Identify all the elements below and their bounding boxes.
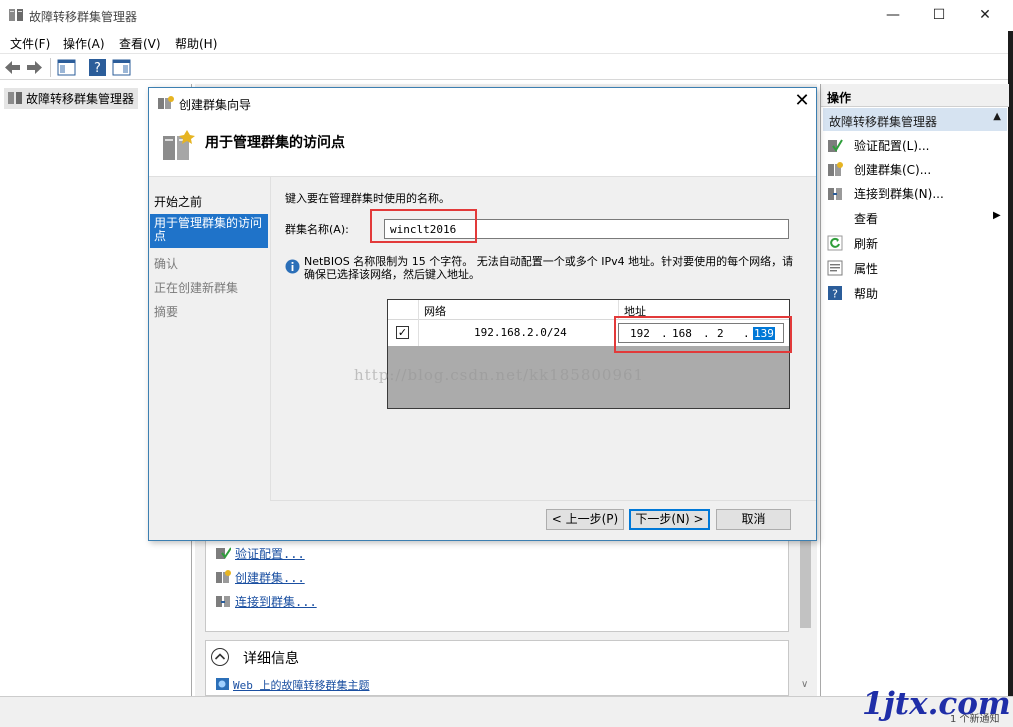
highlight-name-box xyxy=(370,209,477,243)
menu-bar: 文件(F) 操作(A) 查看(V) 帮助(H) xyxy=(0,31,1008,54)
name-prompt: 键入要在管理群集时使用的名称。 xyxy=(285,192,450,205)
action-view-label: 查看 xyxy=(854,212,879,226)
step-creating: 正在创建新群集 xyxy=(154,281,239,295)
wizard-heading: 用于管理群集的访问点 xyxy=(205,135,345,151)
show-tree-icon[interactable] xyxy=(57,58,76,77)
action-create-cluster-label: 创建群集(C)... xyxy=(854,163,932,177)
col-divider xyxy=(418,320,419,346)
cancel-button[interactable]: 取消 xyxy=(716,509,791,530)
action-refresh-label: 刷新 xyxy=(854,237,879,251)
show-action-pane-icon[interactable] xyxy=(112,58,131,77)
next-button[interactable]: 下一步(N) > xyxy=(629,509,710,530)
web-topics-link[interactable]: Web 上的故障转移群集主题 xyxy=(233,677,370,693)
window-title: 故障转移群集管理器 xyxy=(29,10,138,24)
link-connect-cluster-label[interactable]: 连接到群集... xyxy=(235,593,317,610)
refresh-icon xyxy=(827,235,843,251)
tree-item-cluster-manager[interactable]: 故障转移群集管理器 xyxy=(4,88,139,109)
validate-icon xyxy=(828,139,843,152)
network-checkbox[interactable]: ✓ xyxy=(396,326,409,339)
help-icon[interactable]: ? xyxy=(88,58,107,77)
action-properties-label: 属性 xyxy=(854,262,879,276)
svg-text:?: ? xyxy=(94,61,101,76)
svg-text:?: ? xyxy=(832,288,838,301)
wizard-title-icon xyxy=(158,96,174,109)
cluster-manager-icon xyxy=(8,92,22,104)
action-properties[interactable]: 属性 xyxy=(827,257,1005,279)
cluster-wizard-icon xyxy=(163,130,195,160)
actions-header: 操作 xyxy=(821,84,1009,107)
details-panel: 详细信息 Web 上的故障转移群集主题 xyxy=(205,640,789,696)
title-bar: 故障转移群集管理器 — ☐ ✕ xyxy=(0,0,1013,31)
link-create-cluster-label[interactable]: 创建群集... xyxy=(235,569,305,586)
action-help[interactable]: ? 帮助 xyxy=(827,282,1005,304)
create-cluster-icon xyxy=(828,162,843,176)
tree-item-label: 故障转移群集管理器 xyxy=(26,92,135,106)
forward-arrow-icon[interactable] xyxy=(25,58,44,77)
collapse-triangle-icon[interactable]: ▲ xyxy=(993,111,1001,122)
wizard-close-icon[interactable]: ✕ xyxy=(792,92,812,112)
maximize-button[interactable]: ☐ xyxy=(916,0,962,31)
back-arrow-icon[interactable] xyxy=(3,58,22,77)
properties-icon xyxy=(827,260,843,276)
menu-view[interactable]: 查看(V) xyxy=(119,35,161,52)
toolbar-separator xyxy=(50,58,51,77)
scrollbar-thumb[interactable] xyxy=(800,540,811,628)
menu-file[interactable]: 文件(F) xyxy=(10,35,50,52)
cluster-name-label: 群集名称(A): xyxy=(285,223,349,236)
action-help-label: 帮助 xyxy=(854,287,879,301)
menu-help[interactable]: 帮助(H) xyxy=(175,35,217,52)
step-confirm: 确认 xyxy=(154,257,179,271)
actions-pane: 操作 故障转移群集管理器 ▲ 验证配置(L)... 创建群集(C)... 连接到… xyxy=(820,84,1009,696)
connect-cluster-icon xyxy=(216,596,230,607)
action-connect-cluster-label: 连接到群集(N)... xyxy=(854,187,944,201)
window-edge xyxy=(1008,31,1013,696)
step-summary: 摘要 xyxy=(154,305,179,319)
action-connect-cluster[interactable]: 连接到群集(N)... xyxy=(827,182,1005,204)
collapse-chevron-icon[interactable] xyxy=(210,647,230,667)
action-validate-label: 验证配置(L)... xyxy=(854,139,930,153)
highlight-address-box xyxy=(614,316,792,353)
connect-cluster-icon xyxy=(828,188,842,200)
netbios-info: NetBIOS 名称限制为 15 个字符。 无法自动配置一个或多个 IPv4 地… xyxy=(304,255,794,281)
help-icon: ? xyxy=(828,286,842,301)
center-scrollbar[interactable]: ∨ xyxy=(797,540,814,696)
cluster-manager-icon xyxy=(9,9,23,21)
previous-button[interactable]: < 上一步(P) xyxy=(546,509,624,530)
close-window-button[interactable]: ✕ xyxy=(962,0,1008,31)
network-value: 192.168.2.0/24 xyxy=(474,326,567,339)
action-view[interactable]: 查看 ▶ xyxy=(827,207,1005,229)
scroll-down-icon[interactable]: ∨ xyxy=(801,679,808,690)
step-before-begin[interactable]: 开始之前 xyxy=(154,193,202,210)
watermark-text: http://blog.csdn.net/kk185800961 xyxy=(354,366,645,384)
menu-action[interactable]: 操作(A) xyxy=(63,35,105,52)
create-cluster-wizard: 创建群集向导 ✕ 用于管理群集的访问点 开始之前 用于管理群集的访问点 确认 正… xyxy=(148,87,817,541)
col-network[interactable]: 网络 xyxy=(424,303,446,319)
link-validate-label[interactable]: 验证配置... xyxy=(235,545,305,562)
details-title: 详细信息 xyxy=(243,651,299,667)
actions-group-header[interactable]: 故障转移群集管理器 ▲ xyxy=(823,108,1007,131)
wizard-steps: 开始之前 用于管理群集的访问点 确认 正在创建新群集 摘要 xyxy=(149,177,270,540)
step-access-point[interactable]: 用于管理群集的访问点 xyxy=(150,214,268,248)
wizard-title: 创建群集向导 xyxy=(179,98,252,112)
minimize-button[interactable]: — xyxy=(870,0,916,31)
col-divider xyxy=(418,300,419,320)
site-logo: 1jtx.com xyxy=(862,686,1011,722)
actions-panel: 验证配置... 创建群集... 连接到群集... xyxy=(205,532,789,632)
action-refresh[interactable]: 刷新 xyxy=(827,232,1005,254)
toolbar: ? xyxy=(0,55,1008,80)
submenu-arrow-icon: ▶ xyxy=(993,210,1001,221)
action-create-cluster[interactable]: 创建群集(C)... xyxy=(827,158,1005,180)
action-validate[interactable]: 验证配置(L)... xyxy=(827,134,1005,156)
info-icon xyxy=(285,259,300,274)
web-link-icon xyxy=(216,678,229,690)
actions-group-label: 故障转移群集管理器 xyxy=(829,115,938,129)
create-cluster-icon xyxy=(216,570,231,583)
validate-icon xyxy=(216,547,231,559)
